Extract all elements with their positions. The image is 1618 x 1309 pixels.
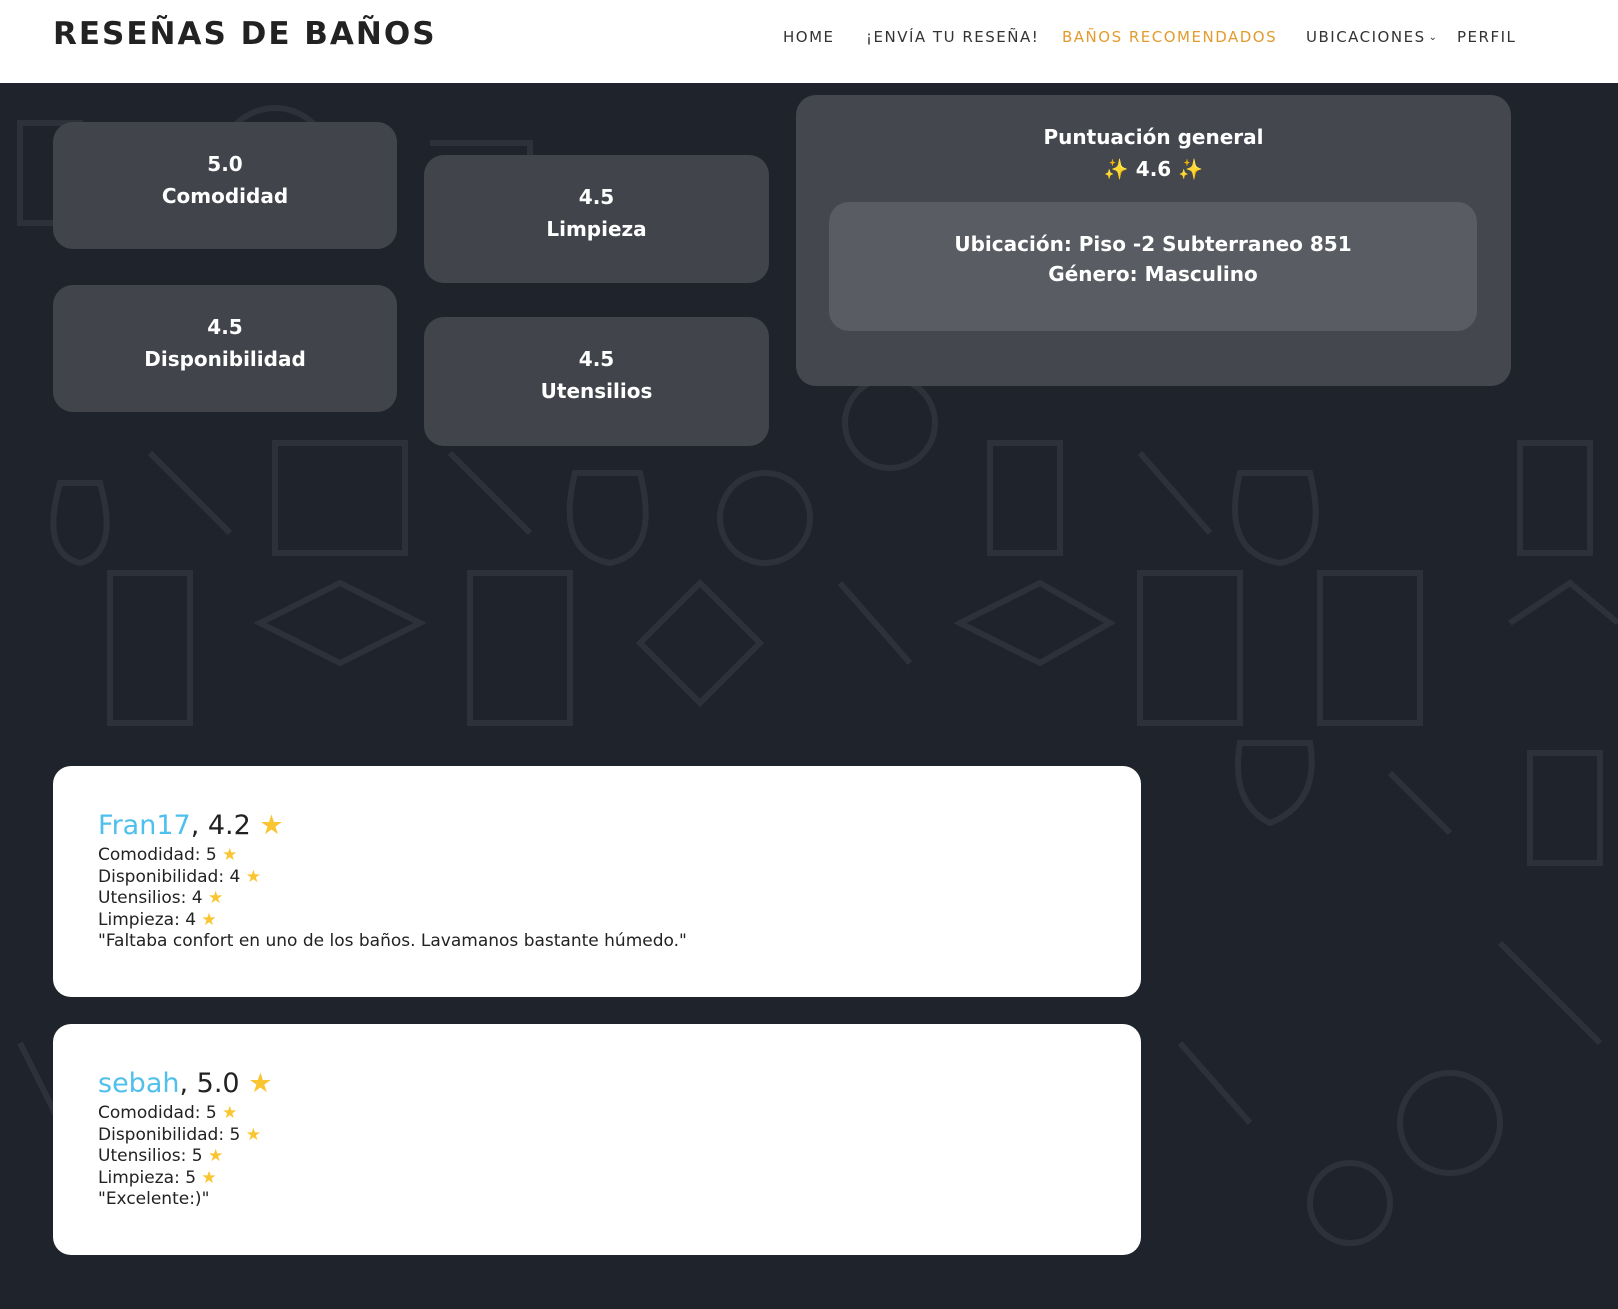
review-comment: "Excelente:)" bbox=[98, 1189, 210, 1209]
review-card: Fran17, 4.2 ★ Comodidad: 5 ★ Disponibili… bbox=[53, 766, 1141, 997]
star-icon: ★ bbox=[201, 909, 217, 930]
overall-score-title: Puntuación general bbox=[1043, 125, 1264, 149]
star-icon: ★ bbox=[222, 1103, 238, 1123]
score-value: 4.5 bbox=[578, 185, 615, 209]
overall-score-value: 4.6 bbox=[1135, 157, 1172, 181]
main-nav: HOME ¡ENVÍA TU RESEÑA! BAÑOS RECOMENDADO… bbox=[0, 28, 1618, 58]
top-navbar: RESEÑAS DE BAÑOS HOME ¡ENVÍA TU RESEÑA! … bbox=[0, 0, 1618, 83]
review-comment: "Faltaba confort en uno de los baños. La… bbox=[98, 931, 687, 951]
review-separator: , bbox=[190, 810, 208, 841]
review-comodidad: Comodidad: 5 bbox=[98, 1103, 217, 1123]
review-rating: 5.0 bbox=[196, 1068, 240, 1099]
nav-submit-review[interactable]: ¡ENVÍA TU RESEÑA! bbox=[866, 28, 1039, 46]
gender-text: Género: Masculino bbox=[1048, 262, 1258, 286]
sparkle-icon: ✨ bbox=[1178, 157, 1204, 181]
review-row-utensilios: Utensilios: 4 ★ bbox=[98, 888, 687, 910]
review-rating: 4.2 bbox=[207, 810, 251, 841]
review-row-utensilios: Utensilios: 5 ★ bbox=[98, 1146, 261, 1168]
overall-score: ✨ 4.6 ✨ bbox=[796, 157, 1511, 181]
review-header: sebah, 5.0 ★ bbox=[98, 1068, 272, 1099]
bathroom-info-box: Ubicación: Piso -2 Subterraneo 851 Géner… bbox=[829, 202, 1477, 331]
review-utensilios: Utensilios: 5 bbox=[98, 1146, 203, 1166]
review-limpieza: Limpieza: 4 bbox=[98, 909, 197, 930]
star-icon: ★ bbox=[222, 845, 238, 865]
score-card-limpieza: 4.5 Limpieza bbox=[424, 155, 769, 283]
score-label: Limpieza bbox=[546, 217, 647, 241]
location-text: Ubicación: Piso -2 Subterraneo 851 bbox=[954, 232, 1352, 256]
star-icon: ★ bbox=[207, 1146, 224, 1166]
score-label: Utensilios bbox=[540, 379, 653, 403]
review-row-disponibilidad: Disponibilidad: 4 ★ bbox=[98, 867, 687, 889]
star-icon: ★ bbox=[248, 1068, 273, 1099]
review-card: sebah, 5.0 ★ Comodidad: 5 ★ Disponibilid… bbox=[53, 1024, 1141, 1255]
nav-locations-label: UBICACIONES bbox=[1306, 28, 1426, 46]
star-icon: ★ bbox=[245, 866, 261, 887]
review-row-comodidad: Comodidad: 5 ★ bbox=[98, 1103, 261, 1125]
chevron-down-icon: ⌄ bbox=[1428, 32, 1439, 43]
score-label: Disponibilidad bbox=[144, 347, 306, 371]
review-separator: , bbox=[179, 1068, 197, 1099]
score-value: 4.5 bbox=[207, 315, 243, 339]
review-row-disponibilidad: Disponibilidad: 5 ★ bbox=[98, 1125, 261, 1147]
score-value: 5.0 bbox=[207, 152, 243, 176]
score-label: Comodidad bbox=[161, 184, 289, 208]
review-row-limpieza: Limpieza: 5 ★ bbox=[98, 1168, 261, 1190]
review-limpieza: Limpieza: 5 bbox=[98, 1167, 197, 1188]
star-icon: ★ bbox=[207, 888, 224, 908]
review-header: Fran17, 4.2 ★ bbox=[98, 810, 284, 841]
review-disponibilidad: Disponibilidad: 4 bbox=[98, 866, 241, 887]
score-value: 4.5 bbox=[578, 347, 615, 371]
review-disponibilidad: Disponibilidad: 5 bbox=[98, 1124, 241, 1145]
star-icon: ★ bbox=[245, 1124, 261, 1145]
review-details: Comodidad: 5 ★ Disponibilidad: 5 ★ Utens… bbox=[98, 1103, 261, 1211]
sparkle-icon: ✨ bbox=[1103, 157, 1129, 181]
nav-locations[interactable]: UBICACIONES ⌄ bbox=[1306, 28, 1438, 46]
score-card-comodidad: 5.0 Comodidad bbox=[53, 122, 397, 249]
review-username[interactable]: Fran17 bbox=[98, 810, 191, 841]
score-card-utensilios: 4.5 Utensilios bbox=[424, 317, 769, 446]
review-row-comodidad: Comodidad: 5 ★ bbox=[98, 845, 687, 867]
star-icon: ★ bbox=[201, 1167, 217, 1188]
review-details: Comodidad: 5 ★ Disponibilidad: 4 ★ Utens… bbox=[98, 845, 687, 953]
nav-home[interactable]: HOME bbox=[783, 28, 835, 46]
star-icon: ★ bbox=[259, 810, 284, 841]
review-username[interactable]: sebah bbox=[98, 1068, 179, 1099]
review-comodidad: Comodidad: 5 bbox=[98, 845, 217, 865]
review-utensilios: Utensilios: 4 bbox=[98, 888, 203, 908]
overall-score-panel: Puntuación general ✨ 4.6 ✨ Ubicación: Pi… bbox=[796, 95, 1511, 386]
nav-recommended[interactable]: BAÑOS RECOMENDADOS bbox=[1062, 28, 1277, 46]
nav-profile[interactable]: PERFIL bbox=[1457, 28, 1516, 46]
review-row-limpieza: Limpieza: 4 ★ bbox=[98, 910, 687, 932]
score-card-disponibilidad: 4.5 Disponibilidad bbox=[53, 285, 397, 412]
